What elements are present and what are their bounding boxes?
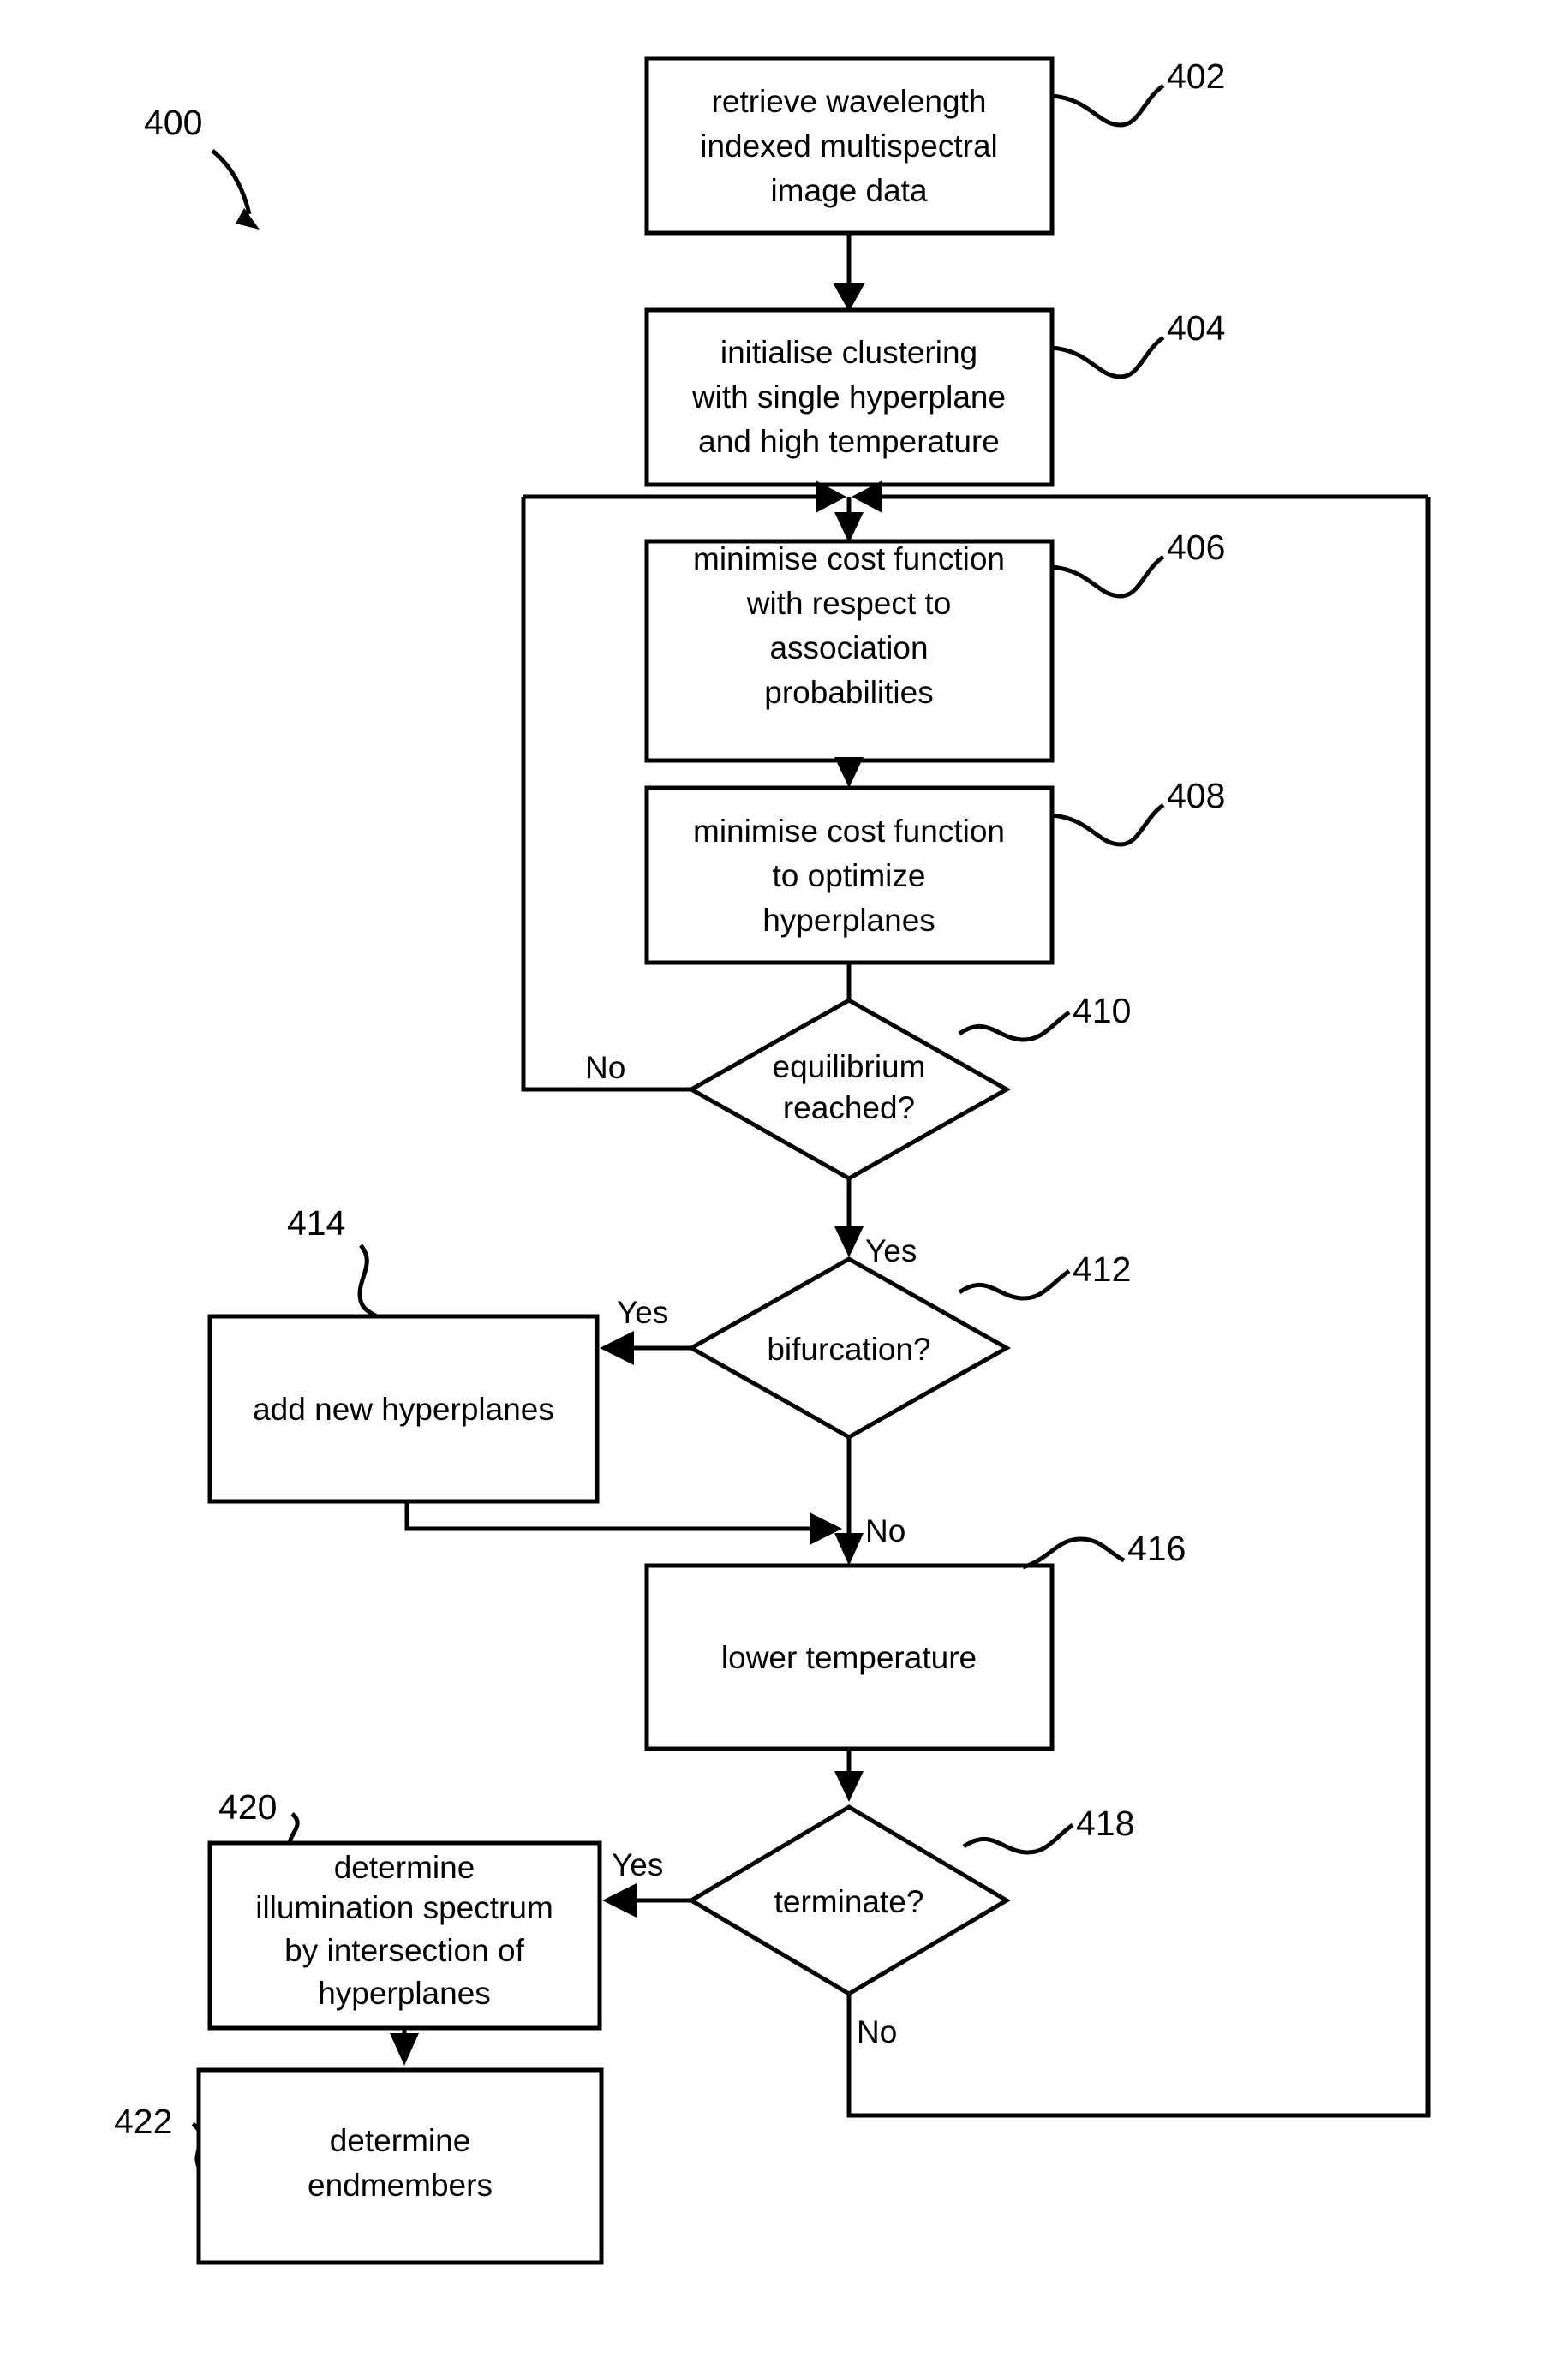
node-404-leader [1051,335,1165,379]
node-422-box[interactable] [196,2067,604,2265]
node-406[interactable]: minimise cost function with respect to a… [644,528,1225,763]
edge-420-422-arrowhead [390,2033,419,2066]
node-420-ref: 420 [218,1787,277,1827]
figure-ref-400-label: 400 [144,103,202,142]
node-418[interactable]: terminate? 418 [687,1804,1134,1996]
edge-402-404-arrowhead [833,283,865,312]
node-420-line-0: determine [334,1850,475,1885]
edge-414-merge-line [404,1501,818,1531]
flowchart-diagram: 400 retrieve wavelength indexed multispe… [114,56,1431,2265]
edge-410-yes-label: Yes [865,1233,917,1268]
node-422-ref: 422 [114,2102,172,2141]
node-420-line-1: illumination spectrum [255,1890,553,1925]
node-404-line-0: initialise clustering [720,335,977,370]
edge-420-422 [390,2028,419,2066]
edge-412-no-label: No [865,1513,905,1548]
node-412-leader [958,1268,1071,1301]
edge-418-yes: Yes [602,1847,691,1918]
node-402-line-1: indexed multispectral [700,128,998,164]
node-414-line-0: add new hyperplanes [253,1392,554,1427]
node-408-leader [1051,802,1165,847]
node-404[interactable]: initialise clustering with single hyperp… [644,307,1225,487]
edge-418-yes-label: Yes [612,1847,663,1882]
node-420-line-3: hyperplanes [318,1976,491,2011]
node-416-line-0: lower temperature [721,1640,977,1675]
node-412[interactable]: bifurcation? 412 [686,1250,1131,1440]
node-404-ref: 404 [1167,308,1225,348]
node-418-ref: 418 [1076,1804,1134,1843]
edge-418-no-label: No [857,2014,897,2049]
node-406-line-1: with respect to [746,586,952,621]
figure-ref-400-leader [211,149,252,215]
node-408-line-2: hyperplanes [762,903,935,938]
node-408-line-0: minimise cost function [693,814,1005,849]
node-420-leader [287,1812,300,1844]
node-414-ref: 414 [287,1203,345,1243]
node-408[interactable]: minimise cost function to optimize hyper… [644,776,1225,965]
node-402-ref: 402 [1167,57,1225,96]
edge-414-merge [404,1501,842,1545]
edge-406-408 [834,757,864,788]
edge-416-418 [834,1749,864,1802]
edge-416-418-arrowhead [834,1771,864,1802]
node-404-line-1: with single hyperplane [691,379,1006,415]
node-422[interactable]: 422 determine endmembers [114,2067,604,2265]
edge-412-yes-label: Yes [617,1295,668,1330]
junction-down-arrowhead [834,512,864,543]
node-402-leader [1051,83,1165,128]
node-412-line-0: bifurcation? [767,1332,930,1367]
node-418-line-0: terminate? [774,1884,924,1919]
node-406-ref: 406 [1167,528,1225,567]
node-414[interactable]: 414 add new hyperplanes [207,1203,600,1504]
node-410-leader [958,1010,1071,1042]
node-406-line-3: probabilities [764,675,933,710]
node-406-line-2: association [769,630,928,665]
node-402-line-2: image data [770,173,927,208]
node-408-line-1: to optimize [773,858,926,893]
node-412-ref: 412 [1073,1250,1131,1289]
edge-418-yes-arrowhead [602,1883,637,1918]
node-410-line-0: equilibrium [773,1049,926,1084]
node-410-ref: 410 [1073,991,1131,1030]
node-420-line-2: by intersection of [284,1933,524,1968]
edge-414-merge-arrowhead [810,1512,842,1545]
figure-canvas: 400 retrieve wavelength indexed multispe… [0,0,1542,2380]
edge-412-yes-arrowhead [600,1331,634,1365]
edge-412-yes: Yes [600,1295,691,1365]
node-418-leader [962,1822,1074,1855]
node-408-ref: 408 [1167,776,1225,815]
node-416[interactable]: lower temperature 416 [644,1529,1186,1751]
edge-402-404 [833,233,865,312]
node-402[interactable]: retrieve wavelength indexed multispectra… [644,56,1225,236]
node-410-line-1: reached? [783,1090,915,1125]
node-422-line-0: determine [330,2123,471,2158]
node-420[interactable]: 420 determine illumination spectrum by i… [207,1787,602,2031]
node-406-line-0: minimise cost function [693,541,1005,576]
node-422-line-1: endmembers [308,2168,493,2203]
node-404-line-2: and high temperature [698,424,1000,459]
edge-412-no: No [834,1437,905,1566]
edge-410-no-label: No [585,1050,625,1085]
node-416-ref: 416 [1127,1529,1186,1568]
figure-ref-400: 400 [144,103,260,230]
node-402-line-0: retrieve wavelength [712,84,987,119]
node-406-leader [1051,554,1165,599]
edge-412-no-arrowhead [834,1533,864,1566]
node-414-leader [357,1244,379,1319]
edge-406-408-arrowhead [834,757,864,788]
edge-410-yes: Yes [834,1178,917,1268]
node-410[interactable]: equilibrium reached? 410 [686,991,1131,1181]
node-416-leader [1022,1536,1126,1570]
node-410-diamond[interactable] [686,998,1012,1181]
loopback-junction [523,480,1428,543]
edge-410-yes-arrowhead [834,1226,864,1257]
